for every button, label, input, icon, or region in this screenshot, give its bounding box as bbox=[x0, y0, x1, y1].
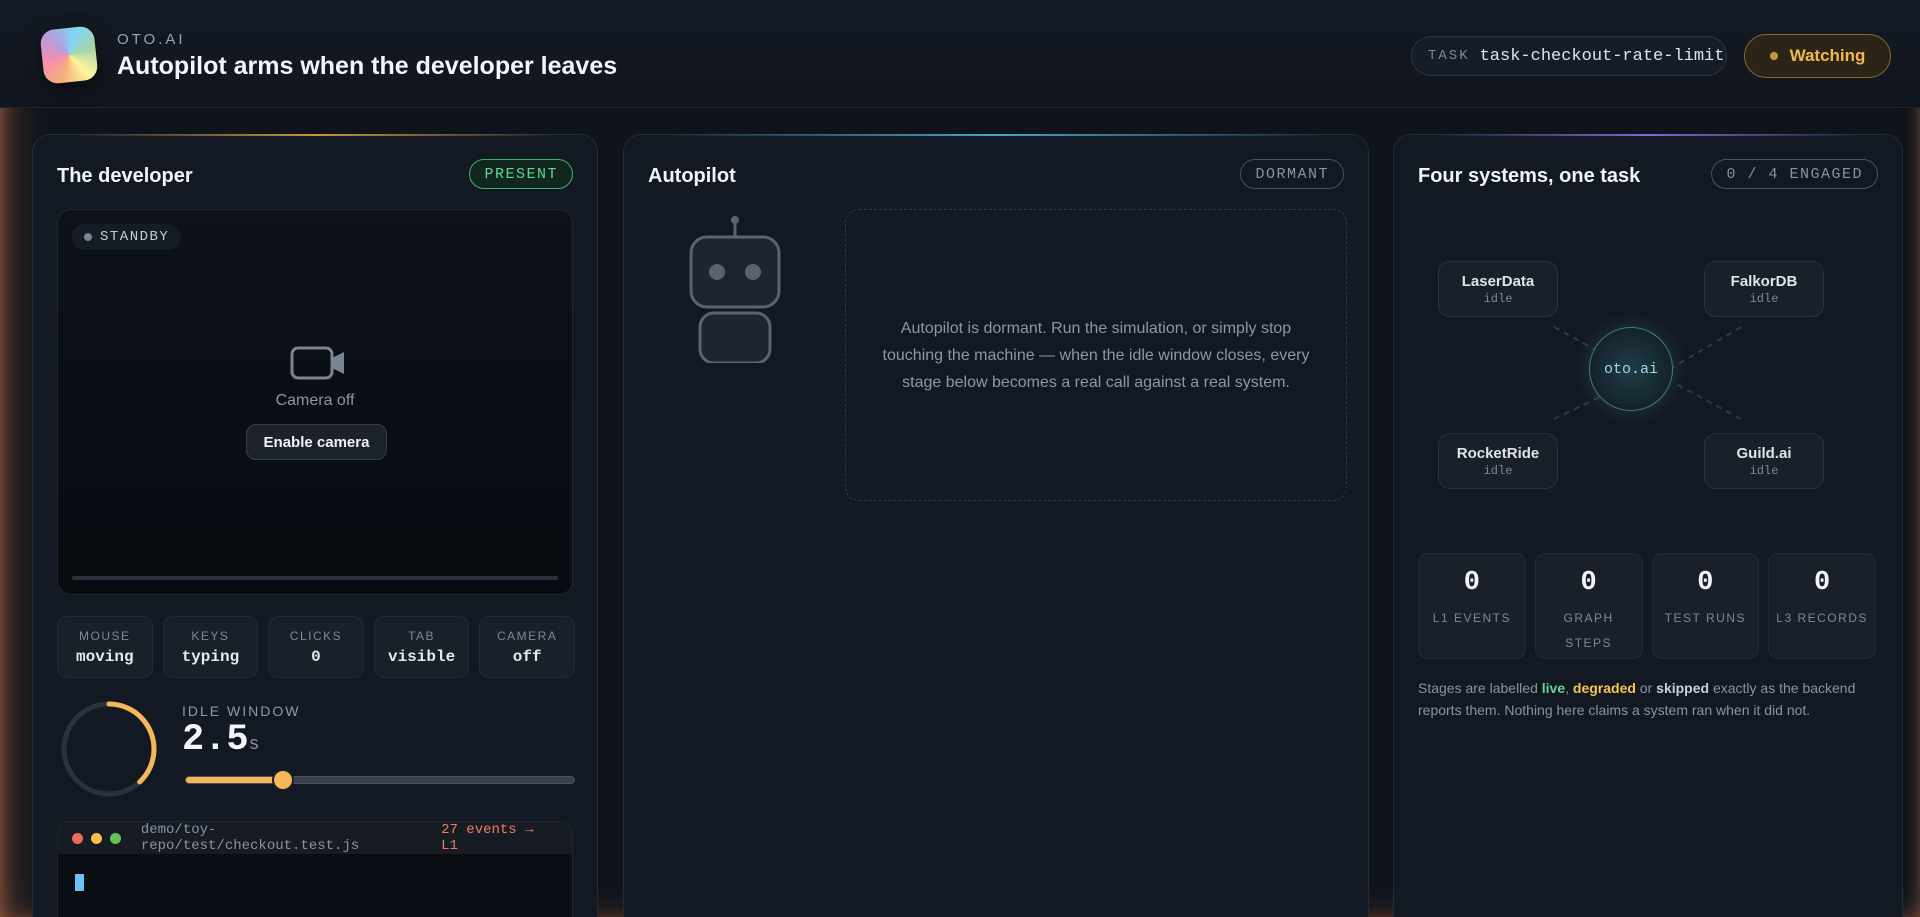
standby-label: STANDBY bbox=[100, 229, 170, 245]
note-sep1: , bbox=[1565, 680, 1573, 696]
robot-icon bbox=[689, 216, 781, 363]
standby-badge: STANDBY bbox=[72, 224, 182, 250]
node-guild-ai[interactable]: Guild.ai idle bbox=[1704, 433, 1824, 489]
terminal-titlebar: demo/toy-repo/test/checkout.test.js 27 e… bbox=[58, 822, 572, 854]
hub-node-oto-ai[interactable]: oto.ai bbox=[1589, 327, 1673, 411]
node-status: idle bbox=[1483, 463, 1513, 478]
minimize-dot-icon[interactable] bbox=[90, 832, 102, 844]
systems-panel: Four systems, one task 0 / 4 ENGAGED Las… bbox=[1393, 134, 1903, 917]
stat-value: 0 bbox=[311, 647, 321, 666]
node-status: idle bbox=[1749, 291, 1779, 306]
watching-status-label: Watching bbox=[1789, 46, 1866, 65]
idle-timer-ring bbox=[61, 701, 157, 797]
counter-l3-records: 0 L3 RECORDS bbox=[1768, 553, 1876, 659]
terminal-file-path: demo/toy-repo/test/checkout.test.js bbox=[140, 822, 360, 854]
counter-label: L3 RECORDS bbox=[1776, 611, 1868, 625]
counter-value: 0 bbox=[1814, 568, 1831, 598]
counter-test-runs: 0 TEST RUNS bbox=[1651, 553, 1760, 659]
idle-window-slider[interactable] bbox=[185, 771, 575, 789]
stat-tab: TAB visible bbox=[373, 616, 470, 678]
developer-panel-title: The developer bbox=[57, 165, 193, 187]
task-key-label: TASK bbox=[1428, 48, 1470, 64]
stat-keys: KEYS typing bbox=[162, 616, 259, 678]
watching-status-button[interactable]: Watching bbox=[1744, 34, 1891, 78]
counter-graph-steps: 0 GRAPH STEPS bbox=[1534, 553, 1643, 659]
node-name: LaserData bbox=[1461, 272, 1535, 290]
stat-key: TAB bbox=[408, 628, 436, 643]
stat-mouse: MOUSE moving bbox=[57, 616, 153, 678]
idle-window-value: 2.5s bbox=[182, 719, 259, 761]
node-laserdata[interactable]: LaserData idle bbox=[1438, 261, 1558, 317]
node-name: RocketRide bbox=[1456, 444, 1540, 462]
stat-key: MOUSE bbox=[79, 628, 131, 643]
stat-value: typing bbox=[181, 647, 240, 666]
idle-window-label: IDLE WINDOW bbox=[182, 703, 301, 719]
systems-panel-title: Four systems, one task bbox=[1418, 165, 1641, 187]
video-camera-icon bbox=[290, 346, 344, 380]
standby-dot-icon bbox=[84, 233, 92, 241]
autopilot-panel-title: Autopilot bbox=[648, 165, 736, 187]
hub-label: oto.ai bbox=[1603, 360, 1658, 378]
stat-value: moving bbox=[75, 647, 134, 666]
note-prefix: Stages are labelled bbox=[1418, 680, 1542, 696]
counter-value: 0 bbox=[1580, 568, 1597, 598]
close-dot-icon[interactable] bbox=[72, 832, 83, 844]
stat-key: KEYS bbox=[191, 628, 230, 643]
terminal-cursor bbox=[75, 874, 84, 891]
node-falkordb[interactable]: FalkorDB idle bbox=[1704, 261, 1824, 317]
counter-label: TEST RUNS bbox=[1664, 611, 1747, 625]
counter-label: GRAPH STEPS bbox=[1563, 611, 1614, 650]
systems-graph: LaserData idle FalkorDB idle RocketRide … bbox=[1394, 209, 1904, 509]
live-label: live bbox=[1541, 680, 1566, 696]
enable-camera-button[interactable]: Enable camera bbox=[246, 424, 387, 460]
app-header: OTO.AI Autopilot arms when the developer… bbox=[0, 0, 1920, 108]
status-dot-icon bbox=[1769, 52, 1778, 60]
terminal-event-count: 27 events → L1 bbox=[441, 822, 534, 854]
camera-off-label: Camera off bbox=[275, 392, 355, 409]
counter-label: L1 EVENTS bbox=[1432, 611, 1511, 625]
app-logo bbox=[39, 25, 99, 85]
slider-handle[interactable] bbox=[274, 771, 292, 789]
slider-fill bbox=[186, 777, 283, 783]
stages-note: Stages are labelled live, degraded or sk… bbox=[1418, 677, 1878, 721]
stat-camera: CAMERA off bbox=[479, 616, 575, 678]
stat-value: visible bbox=[387, 647, 456, 666]
counter-value: 0 bbox=[1463, 568, 1480, 598]
autopilot-panel: Autopilot DORMANT Autopilot is dormant. … bbox=[623, 134, 1369, 917]
task-pill[interactable]: TASK task-checkout-rate-limit bbox=[1411, 36, 1727, 76]
maximize-dot-icon[interactable] bbox=[109, 832, 121, 844]
node-name: FalkorDB bbox=[1730, 272, 1798, 290]
idle-seconds: 2.5 bbox=[182, 719, 249, 761]
counter-value: 0 bbox=[1697, 568, 1714, 598]
activity-stats: MOUSE moving KEYS typing CLICKS 0 TAB vi… bbox=[57, 616, 575, 678]
camera-preview: STANDBY Camera off Enable camera bbox=[57, 209, 573, 595]
degraded-label: degraded bbox=[1572, 680, 1636, 696]
node-status: idle bbox=[1483, 291, 1513, 306]
stat-key: CLICKS bbox=[289, 628, 343, 643]
dormant-badge: DORMANT bbox=[1240, 159, 1344, 189]
dormant-text: Autopilot is dormant. Run the simulation… bbox=[882, 319, 1310, 391]
page-title: Autopilot arms when the developer leaves bbox=[117, 52, 618, 80]
brand-name: OTO.AI bbox=[117, 31, 186, 48]
node-status: idle bbox=[1749, 463, 1779, 478]
autopilot-dormant-message: Autopilot is dormant. Run the simulation… bbox=[845, 209, 1347, 501]
stat-key: CAMERA bbox=[497, 628, 558, 643]
engaged-badge: 0 / 4 ENGAGED bbox=[1711, 159, 1878, 189]
node-name: Guild.ai bbox=[1736, 444, 1792, 462]
counter-l1-events: 0 L1 EVENTS bbox=[1418, 553, 1526, 659]
terminal: demo/toy-repo/test/checkout.test.js 27 e… bbox=[57, 821, 573, 917]
idle-unit: s bbox=[248, 735, 260, 755]
node-rocketride[interactable]: RocketRide idle bbox=[1438, 433, 1558, 489]
skipped-label: skipped bbox=[1656, 680, 1710, 696]
system-counters: 0 L1 EVENTS 0 GRAPH STEPS 0 TEST RUNS 0 … bbox=[1418, 553, 1876, 659]
note-sep2: or bbox=[1635, 680, 1657, 696]
camera-progress-bar bbox=[72, 576, 558, 580]
stat-value: off bbox=[512, 647, 542, 666]
present-badge: PRESENT bbox=[469, 159, 573, 189]
stat-clicks: CLICKS 0 bbox=[268, 616, 364, 678]
developer-panel: The developer PRESENT STANDBY Camera off… bbox=[32, 134, 598, 917]
task-id: task-checkout-rate-limit bbox=[1479, 46, 1725, 66]
